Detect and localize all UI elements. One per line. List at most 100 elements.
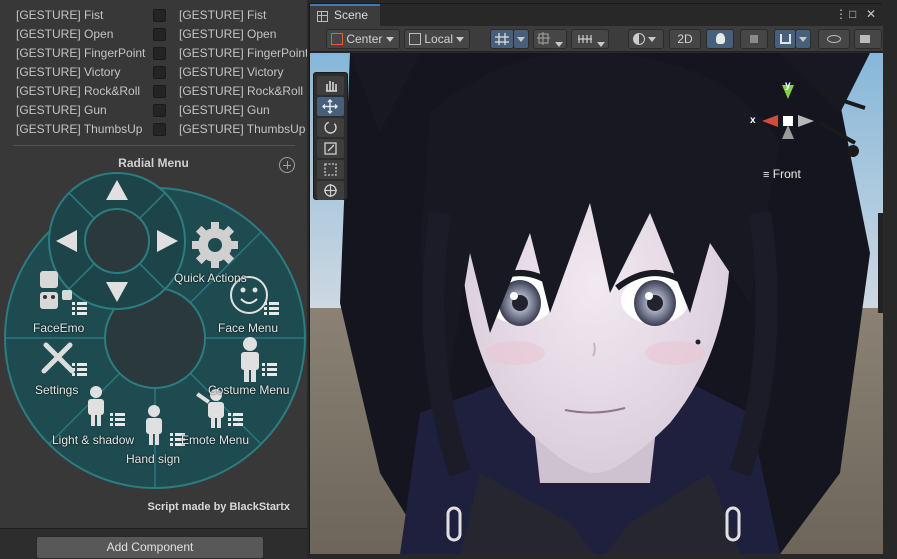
gesture-label-left: [GESTURE] FingerPoint — [16, 46, 146, 60]
gesture-checkbox[interactable] — [153, 47, 166, 60]
view-orientation-text: Front — [772, 167, 801, 181]
gesture-checkbox[interactable] — [153, 66, 166, 79]
gesture-label-right: [GESTURE] Gun — [179, 103, 270, 117]
space-local-dropdown[interactable]: Local — [404, 29, 470, 49]
camera-dropdown[interactable] — [854, 29, 882, 49]
chevron-down-icon — [385, 37, 394, 43]
effects-toggle[interactable] — [774, 29, 796, 49]
chevron-down-icon — [517, 37, 525, 43]
gesture-label-right: [GESTURE] Fist — [179, 8, 267, 22]
gesture-label-left: [GESTURE] Fist — [16, 8, 104, 22]
view-orientation-label[interactable]: ≡ Front — [763, 167, 801, 181]
close-icon[interactable]: ✕ — [866, 7, 876, 21]
radial-item-face-menu[interactable]: Face Menu — [218, 321, 278, 335]
scene-toolbar: Center Local 2D — [310, 26, 883, 52]
chevron-down-icon — [648, 37, 657, 43]
radial-item-costume-menu[interactable]: Costume Menu — [208, 383, 289, 397]
radial-item-hand-sign[interactable]: Hand sign — [126, 452, 180, 466]
move-tool[interactable] — [317, 97, 344, 116]
separator — [13, 145, 295, 146]
pivot-icon — [331, 33, 343, 45]
rotate-icon — [324, 121, 337, 134]
gesture-label-right: [GESTURE] Open — [179, 27, 277, 41]
maximize-icon[interactable]: □ — [849, 7, 856, 21]
scene-tabbar: Scene ⋮ □ ✕ — [310, 4, 883, 26]
gesture-checkbox[interactable] — [153, 85, 166, 98]
scale-icon — [324, 142, 337, 155]
grid-snap-dropdown[interactable] — [513, 29, 529, 49]
more-menu-icon[interactable]: ⋮ — [835, 7, 847, 21]
gear-icon — [192, 222, 238, 268]
cube-icon — [409, 33, 421, 45]
space-label: Local — [424, 32, 454, 46]
gesture-checkbox[interactable] — [153, 9, 166, 22]
increment-snap-button[interactable] — [533, 29, 567, 49]
radial-item-light-shadow[interactable]: Light & shadow — [52, 433, 134, 447]
rect-transform-icon — [324, 163, 337, 176]
chevron-down-icon — [597, 42, 606, 48]
grid-snap-icon — [495, 33, 509, 45]
gesture-label-left: [GESTURE] Open — [16, 27, 114, 41]
transform-icon — [324, 184, 337, 197]
add-component-button[interactable]: Add Component — [36, 536, 264, 559]
menu-lines-icon: ≡ — [763, 169, 770, 181]
speaker-icon — [750, 35, 758, 43]
scene-viewport[interactable]: y x ≡ Front — [310, 53, 883, 554]
pivot-label: Center — [346, 32, 383, 46]
move-arrows-icon — [322, 99, 338, 114]
gizmo-x-label: x — [750, 115, 756, 126]
tab-scene-label: Scene — [334, 8, 369, 22]
effects-icon — [779, 34, 791, 44]
eye-slash-icon — [827, 35, 841, 43]
gesture-label-left: [GESTURE] Gun — [16, 103, 107, 117]
gesture-label-right: [GESTURE] Victory — [179, 65, 284, 79]
transform-tool[interactable] — [317, 181, 344, 200]
grid-snap-button[interactable] — [490, 29, 514, 49]
shading-icon — [633, 33, 645, 45]
grid-icon — [317, 11, 328, 22]
lighting-toggle[interactable] — [706, 29, 734, 49]
radial-item-emote-menu[interactable]: Emote Menu — [181, 433, 249, 447]
hand-tool[interactable] — [317, 76, 344, 95]
tab-scene[interactable]: Scene — [310, 4, 380, 26]
gizmo-x-cone — [762, 115, 778, 127]
orientation-gizmo[interactable] — [748, 83, 828, 163]
ruler-icon — [578, 35, 592, 43]
gesture-label-left: [GESTURE] Victory — [16, 65, 121, 79]
gesture-checkbox[interactable] — [153, 28, 166, 41]
joystick-center — [84, 208, 150, 274]
inspector-panel: [GESTURE] Fist [GESTURE] Fist [GESTURE] Op… — [0, 0, 307, 559]
effects-dropdown[interactable] — [795, 29, 811, 49]
chevron-down-icon — [456, 37, 465, 43]
camera-icon — [860, 35, 870, 43]
gesture-checkbox[interactable] — [153, 104, 166, 117]
pivot-center-dropdown[interactable]: Center — [326, 29, 400, 49]
gizmo-center-cube — [783, 116, 793, 126]
radial-item-faceemo[interactable]: FaceEmo — [33, 321, 84, 335]
radial-item-quick-actions[interactable]: Quick Actions — [174, 271, 247, 285]
radial-item-settings[interactable]: Settings — [35, 383, 78, 397]
gesture-label-left: [GESTURE] Rock&Roll — [16, 84, 141, 98]
scene-visibility-toggle[interactable] — [818, 29, 850, 49]
lightbulb-icon — [715, 33, 725, 44]
gizmo-neg-x-cone — [798, 115, 814, 127]
audio-toggle[interactable] — [740, 29, 768, 49]
rect-tool[interactable] — [317, 160, 344, 179]
rotate-tool[interactable] — [317, 118, 344, 137]
credit-text: Script made by BlackStartx — [147, 501, 290, 513]
hand-icon — [326, 81, 337, 92]
gizmo-y-label: y — [785, 80, 791, 91]
chevron-down-icon — [555, 42, 564, 48]
tool-palette — [313, 72, 348, 200]
toggle-2d-button[interactable]: 2D — [669, 29, 701, 49]
gesture-checkbox[interactable] — [153, 123, 166, 136]
scale-tool[interactable] — [317, 139, 344, 158]
snap-increment-icon — [537, 32, 550, 45]
gesture-label-right: [GESTURE] ThumbsUp — [179, 122, 306, 136]
ruler-button[interactable] — [571, 29, 609, 49]
gizmo-neg-y-cone — [782, 125, 794, 139]
gesture-label-right: [GESTURE] Rock&Roll — [179, 84, 304, 98]
draw-mode-dropdown[interactable] — [628, 29, 664, 49]
gesture-label-right: [GESTURE] FingerPoint — [179, 46, 307, 60]
scene-window: Scene ⋮ □ ✕ Center Local 2D y x ≡ Front — [309, 3, 883, 554]
